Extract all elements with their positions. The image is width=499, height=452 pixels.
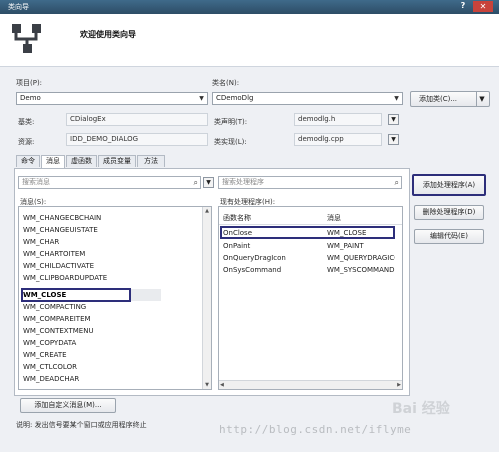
- handler-message[interactable]: WM_PAINT: [327, 242, 364, 250]
- handler-name[interactable]: OnSysCommand: [223, 266, 281, 274]
- tab-methods[interactable]: 方法: [137, 155, 165, 167]
- class-wizard-window: 类向导 ? ✕ 欢迎使用类向导 项目(P): Demo ▼ 类名(N): CDe…: [0, 0, 499, 452]
- scroll-down-icon[interactable]: ▼: [203, 381, 211, 389]
- list-item[interactable]: WM_DEADCHAR: [23, 374, 79, 384]
- class-impl-label: 类实现(L):: [214, 138, 247, 146]
- class-impl-field: demodlg.cpp: [294, 133, 382, 146]
- messages-list[interactable]: WM_CHANGECBCHAIN WM_CHANGEUISTATE WM_CHA…: [18, 206, 212, 390]
- resource-field: IDD_DEMO_DIALOG: [66, 133, 208, 146]
- classname-label: 类名(N):: [212, 79, 240, 87]
- list-item[interactable]: WM_CHARTOITEM: [23, 249, 85, 259]
- classname-value: CDemoDlg: [216, 94, 254, 102]
- search-handlers-placeholder: 搜索处理程序: [222, 178, 264, 186]
- classname-select[interactable]: CDemoDlg ▼: [212, 92, 403, 105]
- scroll-up-icon[interactable]: ▲: [203, 207, 211, 215]
- list-item[interactable]: WM_CHAR: [23, 237, 59, 247]
- tab-commands[interactable]: 命令: [16, 155, 40, 167]
- url-watermark: http://blog.csdn.net/iflyme: [219, 423, 412, 436]
- search-icon[interactable]: ⌕: [194, 177, 198, 188]
- column-header-message[interactable]: 消息: [327, 213, 341, 223]
- delete-handler-button[interactable]: 删除处理程序(D): [414, 205, 484, 220]
- list-item[interactable]: WM_COMPAREITEM: [23, 314, 91, 324]
- project-value: Demo: [20, 94, 41, 102]
- handler-name[interactable]: OnPaint: [223, 242, 250, 250]
- list-item[interactable]: WM_COMPACTING: [23, 302, 86, 312]
- edit-code-button[interactable]: 编辑代码(E): [414, 229, 484, 244]
- list-item[interactable]: WM_CLIPBOARDUPDATE: [23, 273, 107, 283]
- base-class-field: CDialogEx: [66, 113, 208, 126]
- list-item[interactable]: WM_CTLCOLOR: [23, 362, 77, 372]
- list-item[interactable]: WM_CREATE: [23, 350, 67, 360]
- handler-selection-highlight: [220, 226, 395, 239]
- description-text: 说明: 发出信号要某个窗口或应用程序终止: [16, 421, 147, 429]
- title-bar: 类向导 ? ✕: [0, 0, 499, 14]
- baidu-watermark: Bai 经验: [392, 401, 450, 417]
- messages-scrollbar[interactable]: ▲ ▼: [202, 207, 211, 389]
- chevron-down-icon: ▼: [394, 95, 399, 102]
- resource-label: 资源:: [18, 138, 35, 146]
- class-decl-label: 类声明(T):: [214, 118, 248, 126]
- scroll-right-icon[interactable]: ▶: [397, 381, 401, 389]
- list-item[interactable]: WM_CHANGEUISTATE: [23, 225, 98, 235]
- list-item[interactable]: WM_CONTEXTMENU: [23, 326, 94, 336]
- chevron-down-icon[interactable]: ▼: [476, 92, 487, 106]
- tab-messages[interactable]: 消息: [41, 155, 65, 168]
- add-custom-message-button[interactable]: 添加自定义消息(M)...: [20, 398, 116, 413]
- chevron-down-icon: ▼: [199, 95, 204, 102]
- list-item[interactable]: WM_CHILDACTIVATE: [23, 261, 94, 271]
- welcome-heading: 欢迎使用类向导: [80, 30, 136, 39]
- add-handler-button[interactable]: 添加处理程序(A): [412, 174, 486, 196]
- handlers-list[interactable]: 函数名称 消息 OnClose WM_CLOSE OnPaint WM_PAIN…: [218, 206, 403, 390]
- list-item[interactable]: WM_CHANGECBCHAIN: [23, 213, 101, 223]
- window-title: 类向导: [8, 3, 29, 11]
- header-divider: [219, 224, 402, 225]
- class-impl-dropdown-button[interactable]: ▼: [388, 134, 399, 145]
- column-header-function[interactable]: 函数名称: [223, 213, 251, 223]
- project-label: 项目(P):: [16, 79, 43, 87]
- add-class-label: 添加类(C)...: [419, 95, 458, 103]
- search-icon[interactable]: ⌕: [395, 177, 399, 188]
- project-select[interactable]: Demo ▼: [16, 92, 208, 105]
- handler-name[interactable]: OnQueryDragIcon: [223, 254, 286, 262]
- selection-highlight: [21, 288, 131, 302]
- tab-member-variables[interactable]: 成员变量: [98, 155, 136, 167]
- class-wizard-logo-icon: [12, 24, 41, 53]
- class-decl-field: demodlg.h: [294, 113, 382, 126]
- handler-message[interactable]: WM_SYSCOMMAND: [327, 266, 395, 274]
- search-messages-input[interactable]: 搜索消息 ⌕: [18, 176, 201, 189]
- close-button[interactable]: ✕: [473, 1, 493, 12]
- search-messages-placeholder: 搜索消息: [22, 178, 50, 186]
- handler-message[interactable]: WM_QUERYDRAGICO: [327, 254, 395, 262]
- handlers-hscrollbar[interactable]: ◀ ▶: [219, 380, 402, 389]
- tab-virtual-functions[interactable]: 虚函数: [66, 155, 97, 167]
- base-class-label: 基类:: [18, 118, 35, 126]
- class-decl-dropdown-button[interactable]: ▼: [388, 114, 399, 125]
- search-handlers-input[interactable]: 搜索处理程序 ⌕: [218, 176, 402, 189]
- search-messages-dropdown-button[interactable]: ▼: [203, 177, 214, 188]
- list-item[interactable]: WM_COPYDATA: [23, 338, 76, 348]
- selection-tail: [131, 289, 161, 301]
- wizard-header: 欢迎使用类向导: [0, 14, 499, 67]
- add-class-button[interactable]: 添加类(C)... ▼: [410, 91, 490, 107]
- help-button[interactable]: ?: [457, 1, 469, 12]
- scroll-left-icon[interactable]: ◀: [220, 381, 224, 389]
